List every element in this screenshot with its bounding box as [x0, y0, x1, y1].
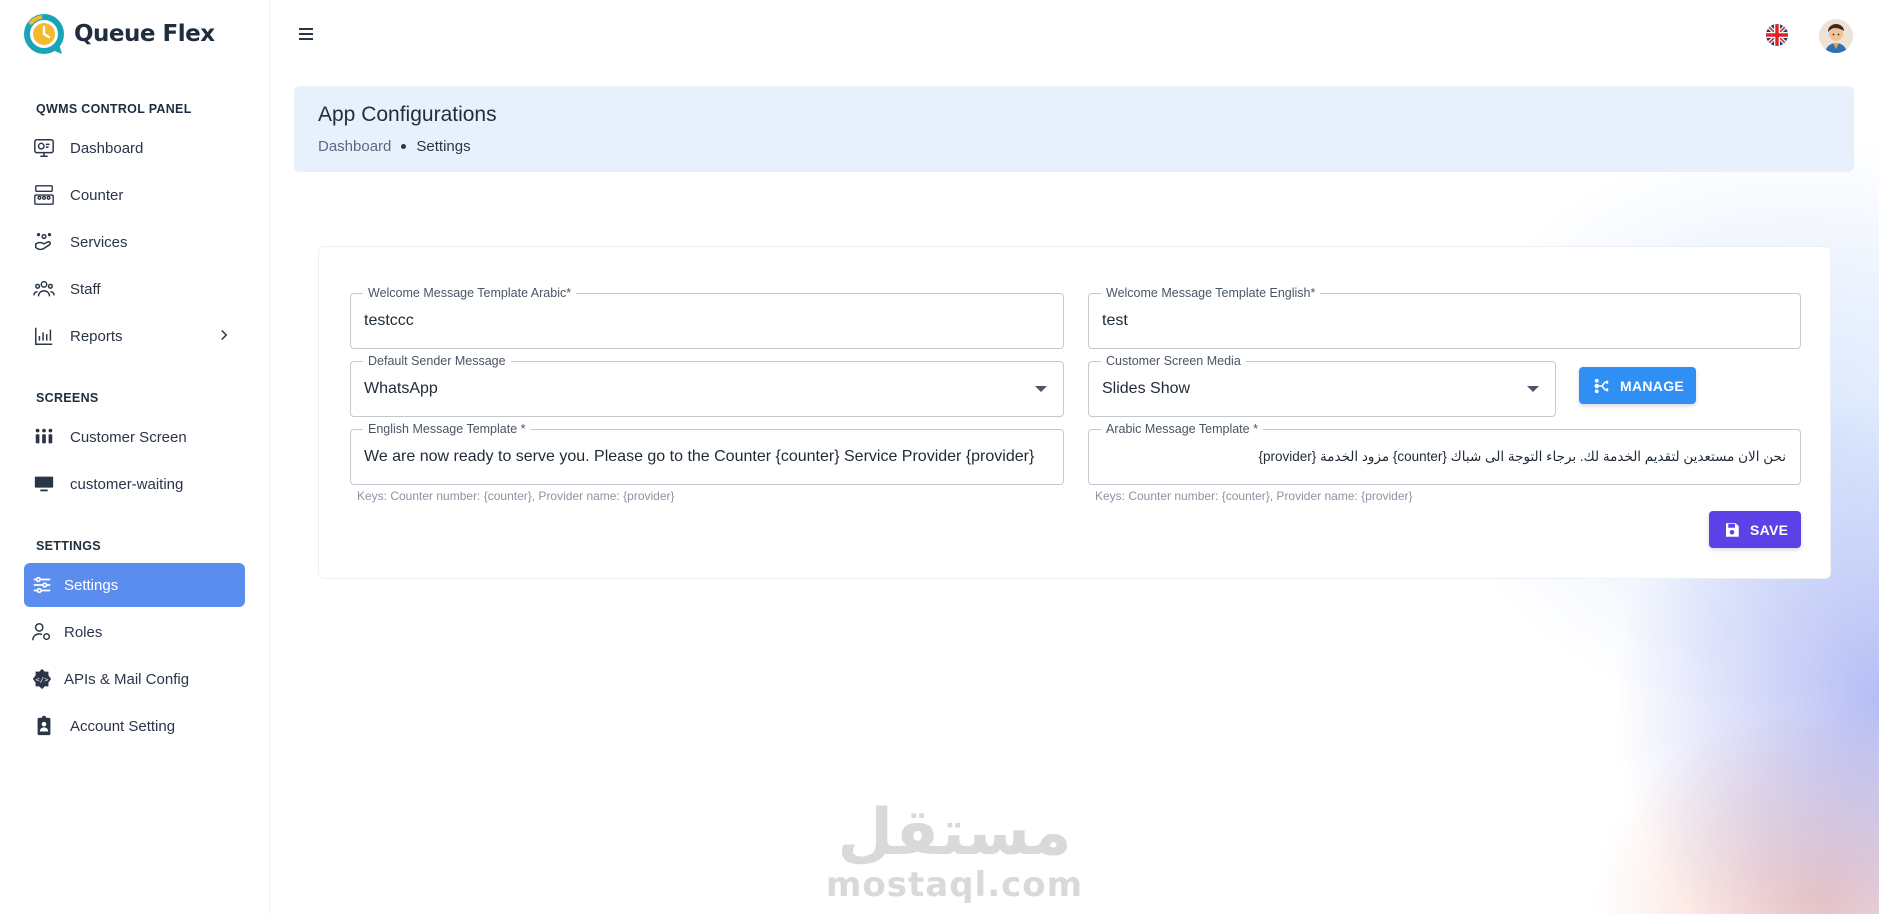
- monitor-icon: [32, 472, 56, 496]
- section-title-control-panel: QWMS CONTROL PANEL: [36, 102, 192, 116]
- field-value: testccc: [364, 312, 414, 329]
- dropdown-arrow-icon: [1527, 386, 1539, 392]
- field-label: Default Sender Message: [363, 353, 511, 369]
- save-button[interactable]: SAVE: [1709, 511, 1801, 548]
- field-value: نحن الان مستعدين لتقديم الخدمة لك. برجاء…: [1258, 449, 1786, 464]
- customer-screen-icon: [32, 425, 56, 449]
- dashboard-icon: [32, 136, 56, 160]
- sidebar-item-label: customer-waiting: [70, 475, 184, 493]
- sidebar-item-services[interactable]: Services: [24, 220, 245, 264]
- manage-button[interactable]: MANAGE: [1579, 367, 1696, 404]
- page-title: App Configurations: [318, 103, 497, 126]
- default-sender-select[interactable]: Default Sender Message WhatsApp: [350, 353, 1064, 417]
- sidebar-item-label: Counter: [70, 186, 124, 204]
- field-label: Welcome Message Template English*: [1101, 285, 1321, 301]
- customer-screen-media-select[interactable]: Customer Screen Media Slides Show: [1088, 353, 1556, 417]
- chevron-right-icon: [221, 329, 228, 341]
- sidebar-item-label: Staff: [70, 280, 101, 298]
- field-label: Customer Screen Media: [1101, 353, 1246, 369]
- save-button-label: SAVE: [1750, 521, 1789, 538]
- breadcrumb-link-dashboard[interactable]: Dashboard: [318, 138, 391, 155]
- breadcrumb: Dashboard Settings: [318, 138, 471, 155]
- english-template-hint: Keys: Counter number: {counter}, Provide…: [357, 489, 675, 503]
- welcome-message-english-field[interactable]: Welcome Message Template English* test: [1088, 285, 1801, 349]
- account-badge-icon: [32, 714, 56, 738]
- sidebar: Queue Flex QWMS CONTROL PANEL Dashboard …: [0, 0, 270, 914]
- sidebar-item-label: Roles: [64, 623, 103, 641]
- app-logo[interactable]: Queue Flex: [22, 10, 215, 58]
- english-message-template-field[interactable]: English Message Template * We are now re…: [350, 421, 1064, 485]
- sidebar-item-dashboard[interactable]: Dashboard: [24, 126, 245, 170]
- arabic-template-hint: Keys: Counter number: {counter}, Provide…: [1095, 489, 1413, 503]
- page-header: App Configurations Dashboard Settings: [294, 86, 1854, 172]
- sidebar-item-account-setting[interactable]: Account Setting: [24, 704, 245, 748]
- sidebar-item-label: Customer Screen: [70, 428, 187, 446]
- welcome-message-arabic-field[interactable]: Welcome Message Template Arabic* testccc: [350, 285, 1064, 349]
- manage-button-label: MANAGE: [1620, 377, 1685, 394]
- field-value: Slides Show: [1102, 380, 1191, 397]
- dropdown-arrow-icon: [1035, 386, 1047, 392]
- sidebar-item-label: APIs & Mail Config: [64, 670, 190, 688]
- roles-icon: [30, 620, 54, 644]
- field-value: We are now ready to serve you. Please go…: [364, 448, 1035, 465]
- section-title-screens: SCREENS: [36, 391, 99, 405]
- field-label: English Message Template *: [363, 421, 531, 437]
- reports-icon: [32, 324, 56, 348]
- sidebar-item-reports[interactable]: Reports: [24, 314, 245, 358]
- sidebar-item-label: Settings: [64, 576, 119, 594]
- sidebar-item-apis-mail-config[interactable]: </> APIs & Mail Config: [24, 657, 245, 701]
- field-label: Welcome Message Template Arabic*: [363, 285, 577, 301]
- staff-icon: [32, 277, 56, 301]
- services-icon: [32, 230, 56, 254]
- sliders-icon: [30, 573, 54, 597]
- queue-flex-logo-icon: [24, 14, 64, 54]
- avatar[interactable]: [1819, 19, 1853, 53]
- app-name: Queue Flex: [74, 21, 215, 47]
- sidebar-item-staff[interactable]: Staff: [24, 267, 245, 311]
- sidebar-item-label: Account Setting: [70, 717, 176, 735]
- sidebar-item-settings[interactable]: Settings: [24, 563, 245, 607]
- watermark: مستقل mostaql.com: [826, 800, 1083, 904]
- sidebar-item-label: Dashboard: [70, 139, 144, 157]
- uk-flag-icon[interactable]: [1766, 24, 1788, 46]
- sidebar-item-customer-waiting[interactable]: customer-waiting: [24, 462, 245, 506]
- svg-text:</>: </>: [35, 675, 49, 684]
- watermark-arabic: مستقل: [837, 796, 1072, 870]
- counter-icon: [32, 183, 56, 207]
- menu-icon[interactable]: [296, 24, 316, 44]
- sidebar-item-label: Reports: [70, 327, 123, 345]
- watermark-latin: mostaql.com: [826, 865, 1084, 905]
- sidebar-item-counter[interactable]: Counter: [24, 173, 245, 217]
- manage-flow-icon: [1594, 378, 1609, 393]
- breadcrumb-current: Settings: [416, 138, 471, 155]
- field-label: Arabic Message Template *: [1101, 421, 1263, 437]
- settings-card: Welcome Message Template Arabic* testccc…: [318, 246, 1831, 579]
- breadcrumb-separator: [401, 144, 407, 149]
- field-value: WhatsApp: [364, 380, 438, 397]
- field-value: test: [1102, 312, 1128, 329]
- floppy-disk-icon: [1726, 522, 1739, 537]
- sidebar-item-label: Services: [70, 233, 128, 251]
- sidebar-item-customer-screen[interactable]: Customer Screen: [24, 415, 245, 459]
- api-gear-icon: </>: [30, 667, 54, 691]
- arabic-message-template-field[interactable]: Arabic Message Template * نحن الان مستعد…: [1088, 421, 1801, 485]
- sidebar-item-roles[interactable]: Roles: [24, 610, 245, 654]
- section-title-settings: SETTINGS: [36, 539, 101, 553]
